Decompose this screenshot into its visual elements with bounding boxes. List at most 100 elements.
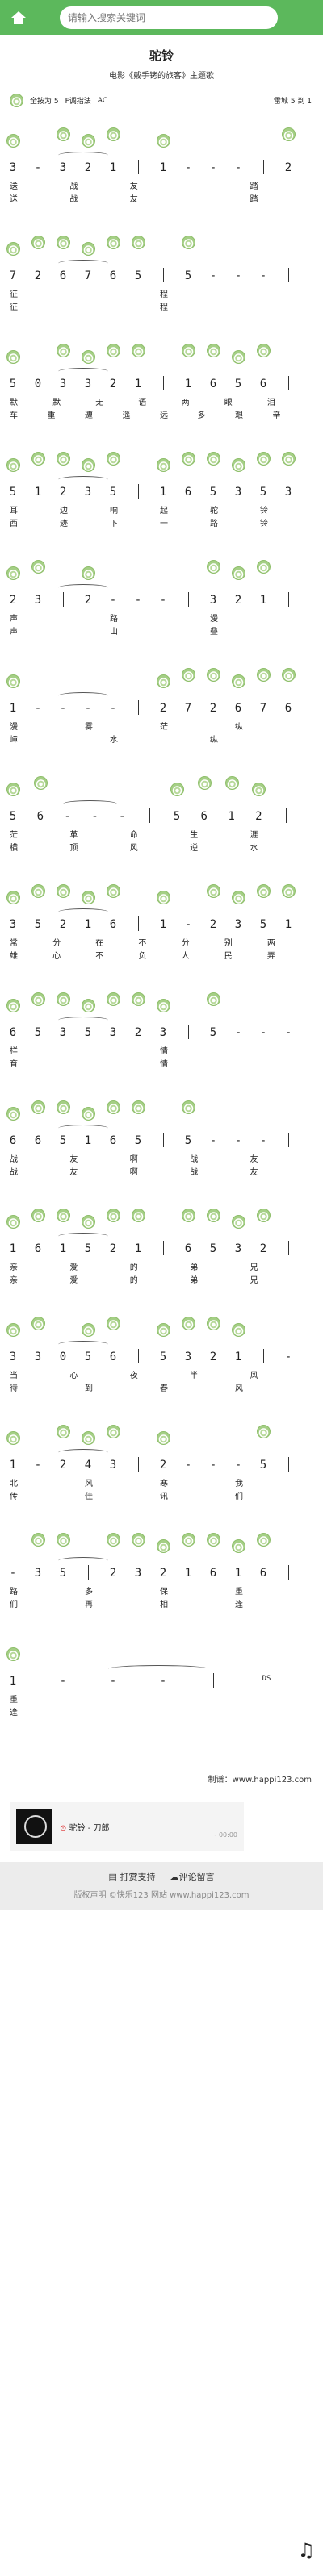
note: 2 <box>159 1459 167 1472</box>
note: 2 <box>84 594 92 607</box>
lyric: 逆 <box>190 844 199 853</box>
note: - <box>184 161 192 174</box>
hole-icon <box>57 992 70 1006</box>
note: - <box>84 702 92 715</box>
lyric: 车 <box>10 411 18 420</box>
note: 3 <box>59 1026 67 1039</box>
search-input[interactable] <box>68 12 270 23</box>
note: 2 <box>59 918 67 931</box>
score-row: 51235165353耳边响起驼铃西迹下一路铃 <box>6 449 315 532</box>
hole-icon <box>6 458 20 472</box>
hole-icon <box>207 884 220 898</box>
note: 3 <box>109 1459 117 1472</box>
audio-player[interactable]: ⊙ 驼铃 - 刀郎 - 00:00 <box>10 1802 244 1851</box>
lyric: 再 <box>85 1601 93 1609</box>
note: - <box>209 1134 217 1147</box>
note: - <box>184 1459 192 1472</box>
note: 3 <box>109 1026 117 1039</box>
hole-icon <box>157 1431 170 1445</box>
note: DS <box>262 1675 271 1683</box>
slur <box>58 476 108 483</box>
slur <box>58 1449 108 1456</box>
hole-icon <box>6 891 20 904</box>
footer: ▤ 打赏支持 ☁评论留言 版权声明 ©快乐123 网站 www.happi123… <box>0 1862 323 1910</box>
hole-icon <box>82 1215 95 1229</box>
lyric: 半 <box>190 1372 199 1380</box>
note: 6 <box>259 378 267 390</box>
lyric: 涯 <box>250 831 258 840</box>
note: - <box>109 594 117 607</box>
lyric: 茫 <box>10 831 18 840</box>
lyric: 响 <box>110 507 118 516</box>
note: 2 <box>209 918 217 931</box>
key-label: 全按为 5 <box>30 98 59 106</box>
note: - <box>91 810 99 823</box>
lyric: 我 <box>235 1480 243 1488</box>
lyric: 人 <box>181 952 190 961</box>
hole-icon <box>252 783 266 796</box>
note: - <box>109 702 117 715</box>
lyric: 命 <box>129 831 138 840</box>
score-row: 6651655---战友啊战友战友啊战友 <box>6 1097 315 1181</box>
comment-label: 评论留言 <box>178 1872 215 1882</box>
lyric: 踏 <box>250 195 258 204</box>
lyric: 无 <box>95 399 104 407</box>
home-icon[interactable] <box>6 6 31 30</box>
note: 0 <box>34 378 42 390</box>
hole-icon <box>107 1533 120 1547</box>
score-row: 1615216532亲爱的弟兄亲爱的弟兄 <box>6 1205 315 1289</box>
lyric: 遭 <box>85 411 93 420</box>
chat-icon: ☁ <box>170 1872 179 1882</box>
bar-line <box>138 1457 139 1472</box>
lyric: 送 <box>10 182 18 191</box>
slur <box>58 692 108 699</box>
hole-icon <box>6 1107 20 1121</box>
hole-icon <box>170 783 184 796</box>
note: - <box>34 1459 42 1472</box>
hole-icon <box>132 992 145 1006</box>
lyric: 驼 <box>210 507 218 516</box>
score-row: - 3 5 2 3 2 1 6 1 6 路 多 保 重们 再 相 逢 <box>8 1530 315 1614</box>
hole-icon <box>207 1209 220 1222</box>
lyric: 北 <box>10 1480 18 1488</box>
lyric: 心 <box>69 1372 78 1380</box>
lyric: 佳 <box>85 1493 93 1501</box>
lyric: 水 <box>110 736 118 745</box>
score-row: 5 6 - - - 5 6 1 2 茫 革 命 生 涯横 顶 风 逆 水 <box>6 773 315 857</box>
note: 5 <box>109 486 117 499</box>
note: 1 <box>159 918 167 931</box>
note: 2 <box>109 1242 117 1255</box>
hole-icon <box>207 452 220 466</box>
lyric: 送 <box>10 195 18 204</box>
lyric: 雾 <box>85 723 93 732</box>
note: 3 <box>284 486 292 499</box>
note: 3 <box>34 1567 42 1580</box>
hole-icon <box>232 1215 245 1229</box>
note: 1 <box>184 1567 192 1580</box>
note: 5 <box>134 1134 142 1147</box>
copyright: 版权声明 ©快乐123 网站 www.happi123.com <box>73 1891 250 1900</box>
lyric: 的 <box>129 1263 138 1272</box>
lyric: 风 <box>129 844 138 853</box>
note: - <box>109 1675 117 1688</box>
lyric: 爱 <box>69 1276 78 1285</box>
lyric: 辛 <box>272 411 281 420</box>
support-link[interactable]: ▤ 打赏支持 <box>109 1870 156 1883</box>
score-row: 7267655---征程征程 <box>6 232 315 316</box>
lyric: 重 <box>235 1588 243 1597</box>
note: 6 <box>109 269 117 282</box>
lyric: 战 <box>190 1168 199 1177</box>
hole-icon <box>232 350 245 364</box>
note: 5 <box>259 918 267 931</box>
comment-link[interactable]: ☁评论留言 <box>170 1870 214 1883</box>
note: 6 <box>34 1134 42 1147</box>
hole-icon <box>57 1425 70 1438</box>
note: 6 <box>184 486 192 499</box>
search-box[interactable] <box>60 6 278 29</box>
lyric: 啊 <box>129 1168 138 1177</box>
hole-icon <box>207 560 220 574</box>
music-note-icon[interactable]: ♫ <box>297 2539 315 2561</box>
hole-icon <box>132 1533 145 1547</box>
hole-icon <box>107 1209 120 1222</box>
hole-icon <box>33 776 48 790</box>
